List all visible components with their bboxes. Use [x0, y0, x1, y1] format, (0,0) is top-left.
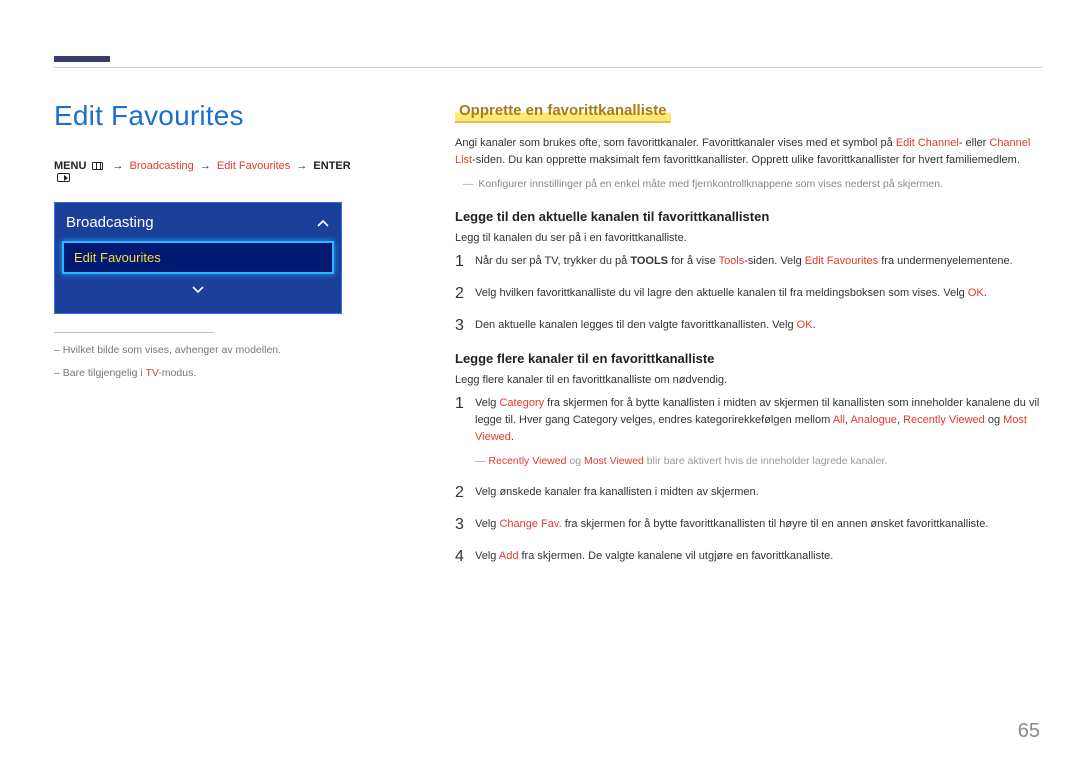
menu-grid-icon	[92, 162, 103, 170]
intro-t3: -siden. Du kan opprette maksimalt fem fa…	[472, 154, 1020, 166]
note-tvmode: Bare tilgjengelig i TV-modus.	[54, 366, 354, 381]
intro-note: Konfigurer innstillinger på en enkel måt…	[463, 177, 1043, 193]
step-body: Velg Change Fav. fra skjermen for å bytt…	[475, 516, 988, 534]
step-number: 2	[455, 285, 475, 303]
menu-path-enter: ENTER	[313, 160, 350, 172]
notes-divider	[54, 332, 214, 333]
sub2-lead: Legg flere kanaler til en favorittkanall…	[455, 372, 1043, 389]
sub1-lead: Legg til kanalen du ser på i en favoritt…	[455, 230, 1043, 247]
sub2-steps: 1Velg Category fra skjermen for å bytte …	[455, 395, 1043, 566]
broadcasting-item-editfav[interactable]: Edit Favourites	[62, 241, 334, 274]
step-body: Velg ønskede kanaler fra kanallisten i m…	[475, 484, 759, 502]
step-body: Velg hvilken favorittkanalliste du vil l…	[475, 285, 987, 303]
step-note: Recently Viewed og Most Viewed blir bare…	[475, 454, 1043, 470]
note-tvmode-hl: TV	[145, 367, 158, 379]
right-column: Opprette en favorittkanalliste Angi kana…	[455, 100, 1043, 580]
menu-path-menu: MENU	[54, 160, 86, 172]
intro-t1: Angi kanaler som brukes ofte, som favori…	[455, 137, 896, 149]
step-number: 1	[455, 253, 475, 271]
section-title: Opprette en favorittkanalliste	[455, 100, 671, 123]
note-tvmode-post: -modus.	[158, 367, 196, 379]
header-rule	[54, 67, 1042, 68]
step: 1Når du ser på TV, trykker du på TOOLS f…	[455, 253, 1043, 271]
step-number: 3	[455, 317, 475, 335]
intro-hl1: Edit Channel	[896, 137, 959, 149]
arrow-icon: →	[200, 160, 211, 172]
step: 4Velg Add fra skjermen. De valgte kanale…	[455, 548, 1043, 566]
sub1-steps: 1Når du ser på TV, trykker du på TOOLS f…	[455, 253, 1043, 335]
intro-paragraph: Angi kanaler som brukes ofte, som favori…	[455, 135, 1043, 169]
step-number: 2	[455, 484, 475, 502]
enter-icon	[57, 173, 70, 182]
note-model: Hvilket bilde som vises, avhenger av mod…	[54, 343, 354, 358]
step-number: 1	[455, 395, 475, 470]
menu-path: MENU → Broadcasting → Edit Favourites → …	[54, 160, 354, 184]
step: 1Velg Category fra skjermen for å bytte …	[455, 395, 1043, 470]
header-accent-bar	[54, 56, 110, 62]
intro-t2: - eller	[959, 137, 990, 149]
broadcasting-panel: Broadcasting Edit Favourites	[54, 202, 342, 314]
page-title: Edit Favourites	[54, 100, 354, 132]
step-body: Velg Category fra skjermen for å bytte k…	[475, 395, 1043, 470]
chevron-down-icon[interactable]	[62, 282, 334, 300]
menu-path-broadcasting: Broadcasting	[130, 160, 194, 172]
chevron-up-icon[interactable]	[316, 218, 330, 228]
step: 3Velg Change Fav. fra skjermen for å byt…	[455, 516, 1043, 534]
step-body: Velg Add fra skjermen. De valgte kanalen…	[475, 548, 833, 566]
step: 2Velg hvilken favorittkanalliste du vil …	[455, 285, 1043, 303]
arrow-icon: →	[113, 160, 124, 172]
step: 3Den aktuelle kanalen legges til den val…	[455, 317, 1043, 335]
sub2-heading: Legge flere kanaler til en favorittkanal…	[455, 351, 1043, 366]
sub1-heading: Legge til den aktuelle kanalen til favor…	[455, 209, 1043, 224]
broadcasting-title: Broadcasting	[66, 214, 154, 231]
step-number: 3	[455, 516, 475, 534]
left-column: Edit Favourites MENU → Broadcasting → Ed…	[54, 100, 354, 388]
note-tvmode-pre: Bare tilgjengelig i	[63, 367, 146, 379]
step-number: 4	[455, 548, 475, 566]
step-body: Den aktuelle kanalen legges til den valg…	[475, 317, 816, 335]
menu-path-editfav: Edit Favourites	[217, 160, 290, 172]
arrow-icon: →	[296, 160, 307, 172]
page-number: 65	[1018, 720, 1040, 743]
step-body: Når du ser på TV, trykker du på TOOLS fo…	[475, 253, 1013, 271]
broadcasting-header: Broadcasting	[62, 210, 334, 239]
step: 2Velg ønskede kanaler fra kanallisten i …	[455, 484, 1043, 502]
